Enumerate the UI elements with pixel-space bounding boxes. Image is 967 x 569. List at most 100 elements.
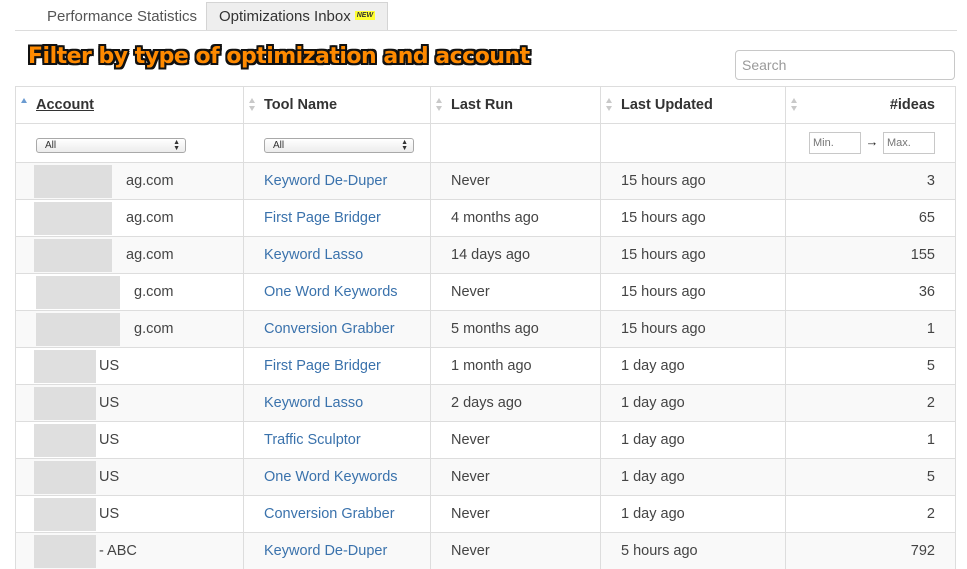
filter-cell-last-run [430,123,601,163]
tool-link[interactable]: Conversion Grabber [264,506,395,522]
account-filter-select[interactable]: All ▲ ▼ [36,138,186,153]
tool-link[interactable]: Traffic Sculptor [264,432,361,448]
last-run-cell: Never [430,458,601,496]
tool-cell: Keyword Lasso [243,384,431,422]
column-header-tool-name[interactable]: Tool Name [243,86,431,124]
new-badge: NEW [354,10,376,20]
last-run-cell: 14 days ago [430,236,601,274]
last-run-cell: 2 days ago [430,384,601,422]
last-run-cell: Never [430,162,601,200]
column-header-last-run-label: Last Run [451,97,514,113]
account-cell: ag.com [15,199,244,237]
filter-cell-account: All ▲ ▼ [15,123,244,163]
last-run-cell: Never [430,273,601,311]
column-header-tool-name-label: Tool Name [264,97,338,113]
table-row: g.com One Word Keywords Never 15 hours a… [15,273,956,311]
account-name: g.com [134,284,174,300]
last-updated-cell: 5 hours ago [600,532,786,569]
tool-cell: One Word Keywords [243,273,431,311]
tool-cell: First Page Bridger [243,199,431,237]
account-name: g.com [134,321,174,337]
ideas-cell: 2 [785,384,956,422]
redacted-account [36,313,120,346]
last-updated-cell: 15 hours ago [600,236,786,274]
account-name: ag.com [126,173,174,189]
ideas-cell: 1 [785,421,956,459]
filter-cell-tool-name: All ▲ ▼ [243,123,431,163]
account-cell: ag.com [15,236,244,274]
select-arrows-icon: ▲ ▼ [173,139,180,152]
account-cell: US [15,495,244,533]
ideas-cell: 65 [785,199,956,237]
account-cell: US [15,458,244,496]
column-header-account[interactable]: Account [15,86,244,124]
last-run-cell: 1 month ago [430,347,601,385]
tool-link[interactable]: Keyword Lasso [264,395,363,411]
last-updated-cell: 15 hours ago [600,310,786,348]
last-updated-cell: 1 day ago [600,421,786,459]
tab-optimizations-inbox[interactable]: Optimizations Inbox NEW [206,2,389,31]
redacted-account [34,239,112,272]
table-row: ag.com Keyword Lasso 14 days ago 15 hour… [15,236,956,274]
tool-link[interactable]: One Word Keywords [264,284,398,300]
account-name: US [99,395,120,411]
tool-link[interactable]: Keyword Lasso [264,247,363,263]
tool-link[interactable]: One Word Keywords [264,469,398,485]
column-header-last-run[interactable]: Last Run [430,86,601,124]
ideas-cell: 36 [785,273,956,311]
ideas-min-input[interactable] [809,132,861,154]
last-updated-cell: 1 day ago [600,495,786,533]
account-name: ag.com [126,210,174,226]
account-cell: US [15,347,244,385]
ideas-cell: 2 [785,495,956,533]
range-arrow-icon: → [865,134,879,149]
account-cell: g.com [15,310,244,348]
tool-cell: Traffic Sculptor [243,421,431,459]
account-name: US [99,506,120,522]
ideas-max-input[interactable] [883,132,935,154]
table-row: ag.com Keyword De-Duper Never 15 hours a… [15,162,956,200]
last-updated-cell: 1 day ago [600,458,786,496]
last-updated-cell: 15 hours ago [600,162,786,200]
table-row: US First Page Bridger 1 month ago 1 day … [15,347,956,385]
tool-link[interactable]: Conversion Grabber [264,321,395,337]
column-header-last-updated[interactable]: Last Updated [600,86,786,124]
column-header-ideas-label: #ideas [889,97,935,113]
column-header-ideas[interactable]: #ideas [785,86,956,124]
last-run-cell: Never [430,532,601,569]
annotation-headline: Filter by type of optimization and accou… [28,44,530,69]
table-row: US One Word Keywords Never 1 day ago 5 [15,458,956,496]
table-row: g.com Conversion Grabber 5 months ago 15… [15,310,956,348]
search-input[interactable] [735,50,955,80]
account-cell: US [15,421,244,459]
tool-link[interactable]: First Page Bridger [264,358,381,374]
tool-cell: Keyword De-Duper [243,162,431,200]
tool-link[interactable]: First Page Bridger [264,210,381,226]
table-row: US Conversion Grabber Never 1 day ago 2 [15,495,956,533]
account-name: US [99,358,120,374]
last-updated-cell: 15 hours ago [600,273,786,311]
account-cell: ag.com [15,162,244,200]
last-updated-cell: 15 hours ago [600,199,786,237]
tool-link[interactable]: Keyword De-Duper [264,173,387,189]
tool-name-filter-value: All [273,140,285,151]
tab-divider [15,30,957,31]
tool-link[interactable]: Keyword De-Duper [264,543,387,559]
tool-name-filter-select[interactable]: All ▲ ▼ [264,138,414,153]
table-row: US Keyword Lasso 2 days ago 1 day ago 2 [15,384,956,422]
sort-icon [606,98,613,112]
tab-performance-statistics[interactable]: Performance Statistics [34,2,210,31]
account-name: - ABC [99,543,137,559]
sort-icon [249,98,256,112]
redacted-account [34,424,96,457]
last-run-cell: Never [430,495,601,533]
table-row: ag.com First Page Bridger 4 months ago 1… [15,199,956,237]
tool-cell: Keyword Lasso [243,236,431,274]
ideas-cell: 5 [785,347,956,385]
tab-optimizations-inbox-label: Optimizations Inbox [219,8,351,25]
tool-cell: One Word Keywords [243,458,431,496]
tool-cell: Conversion Grabber [243,495,431,533]
ideas-cell: 1 [785,310,956,348]
ideas-cell: 792 [785,532,956,569]
redacted-account [34,387,96,420]
